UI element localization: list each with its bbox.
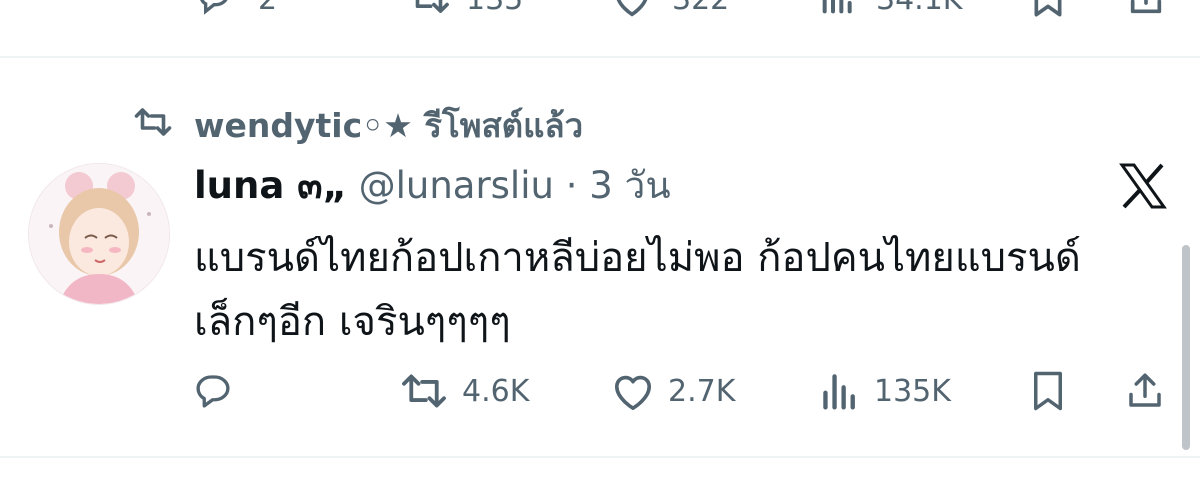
- bar-chart-icon[interactable]: [818, 0, 858, 18]
- previous-repost-count: 135: [466, 0, 523, 17]
- bookmark-icon[interactable]: [1030, 0, 1066, 18]
- repost-icon[interactable]: [406, 0, 452, 18]
- repost-button[interactable]: 4.6K: [398, 369, 529, 413]
- bookmark-button[interactable]: [1030, 369, 1066, 413]
- tweet-divider-bottom: [0, 456, 1200, 458]
- share-icon[interactable]: [1126, 0, 1166, 18]
- previous-reply-count: 2: [258, 0, 277, 17]
- scrollbar-thumb[interactable]: [1182, 245, 1190, 450]
- heart-icon[interactable]: [610, 0, 654, 18]
- avatar[interactable]: [28, 163, 170, 305]
- speech-bubble-icon: [192, 370, 234, 412]
- bar-chart-icon: [818, 371, 862, 411]
- tweet-header: luna ๓„ @lunarsliu · 3 วัน: [194, 162, 671, 210]
- separator-dot: ·: [565, 164, 578, 207]
- share-button[interactable]: [1124, 369, 1166, 413]
- repost-arrows-icon: [398, 371, 450, 411]
- bookmark-icon: [1030, 370, 1066, 412]
- repost-attribution[interactable]: wendytic◦★ รีโพสต์แล้ว: [194, 99, 583, 152]
- repost-arrows-icon: [130, 107, 176, 137]
- views-button[interactable]: 135K: [818, 369, 951, 413]
- tweet-text: แบรนด์ไทยก้อปเกาหลีบ่อยไม่พอ ก้อปคนไทยแบ…: [194, 235, 1081, 345]
- reply-button[interactable]: [192, 369, 234, 413]
- tweet-divider: [0, 56, 1200, 58]
- like-count: 2.7K: [668, 373, 736, 409]
- previous-view-count: 34.1K: [876, 0, 962, 17]
- previous-like-count: 322: [672, 0, 729, 17]
- repost-count: 4.6K: [462, 373, 530, 409]
- timestamp[interactable]: 3 วัน: [589, 164, 670, 207]
- user-handle[interactable]: @lunarsliu: [359, 164, 554, 207]
- reply-icon[interactable]: [194, 0, 234, 18]
- previous-tweet-action-bar: 2 135 322 34.1K: [0, 0, 1200, 18]
- share-upload-icon: [1124, 370, 1166, 412]
- view-count: 135K: [874, 373, 951, 409]
- like-button[interactable]: 2.7K: [610, 369, 735, 413]
- x-logo-icon[interactable]: [1118, 163, 1168, 209]
- display-name[interactable]: luna ๓„: [194, 164, 347, 207]
- heart-icon: [610, 371, 656, 411]
